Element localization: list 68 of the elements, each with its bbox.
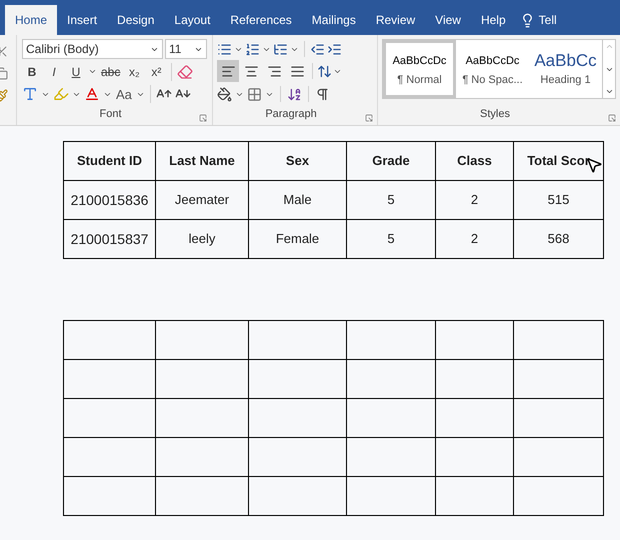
ribbon-tab[interactable]: View bbox=[425, 5, 471, 35]
table-cell: Male bbox=[248, 180, 346, 220]
sort-icon[interactable] bbox=[287, 86, 302, 102]
align-icon bbox=[290, 64, 304, 79]
line-spacing-icon[interactable] bbox=[317, 64, 332, 79]
style-preview: AaBbCcDc bbox=[392, 54, 446, 69]
ribbon-tab[interactable]: Layout bbox=[164, 5, 220, 35]
table-cell: leely bbox=[156, 220, 248, 258]
format-button[interactable]: abc bbox=[99, 62, 122, 82]
font-size-dropdown[interactable]: 11 bbox=[165, 39, 207, 59]
table-cell: 515 bbox=[514, 180, 604, 220]
column-header: Class bbox=[436, 142, 514, 180]
tell-me-label[interactable]: Tell bbox=[538, 11, 557, 29]
format-button[interactable]: x² bbox=[146, 62, 166, 82]
format-button[interactable]: U bbox=[66, 62, 86, 82]
ribbon-tab[interactable]: Mailings bbox=[302, 5, 366, 35]
group-label: Paragraph bbox=[265, 106, 317, 122]
column-header: Grade bbox=[346, 142, 436, 180]
table-cell: 5 bbox=[346, 220, 436, 258]
ribbon-tab[interactable]: Home bbox=[5, 5, 58, 35]
table-cell: 2100015836 bbox=[64, 180, 156, 220]
style-name: Heading 1 bbox=[540, 72, 591, 88]
numbered-list-icon[interactable] bbox=[245, 42, 260, 57]
group-label: Font bbox=[99, 106, 122, 122]
eraser-icon[interactable] bbox=[177, 64, 194, 80]
ribbon-tab[interactable]: Review bbox=[366, 5, 426, 35]
table-cell: Jeemater bbox=[156, 180, 248, 220]
dialog-launcher-icon[interactable] bbox=[608, 114, 616, 122]
align-icon bbox=[266, 64, 282, 79]
ribbon-tab[interactable]: Design bbox=[107, 5, 164, 35]
ribbon-tab[interactable]: References bbox=[220, 5, 302, 35]
format-button[interactable]: I bbox=[44, 62, 64, 82]
change-case-button[interactable]: Aa bbox=[115, 84, 133, 104]
paint-bucket-icon[interactable] bbox=[217, 86, 232, 102]
format-button[interactable]: x₂ bbox=[124, 62, 144, 82]
font-color-icon[interactable] bbox=[84, 86, 100, 102]
text-effects-icon[interactable] bbox=[22, 86, 38, 102]
table-cell: Female bbox=[248, 220, 346, 258]
font-name-dropdown[interactable]: Calibri (Body) bbox=[22, 39, 163, 59]
ribbon-tab[interactable]: Help bbox=[470, 5, 516, 35]
table-cell: 2 bbox=[436, 220, 514, 258]
style-name: ¶ Normal bbox=[397, 72, 442, 88]
format-button[interactable]: B bbox=[22, 62, 42, 82]
multilevel-list-icon[interactable] bbox=[273, 42, 288, 57]
table-cell: 2100015837 bbox=[64, 220, 156, 258]
increase-indent-icon[interactable] bbox=[327, 42, 342, 57]
align-icon bbox=[220, 64, 236, 79]
table-cell: 2 bbox=[436, 180, 514, 220]
borders-icon[interactable] bbox=[247, 86, 262, 102]
dialog-launcher-icon[interactable] bbox=[365, 114, 373, 122]
style-preview: AaBbCc bbox=[534, 50, 597, 72]
column-header: Sex bbox=[248, 142, 346, 180]
column-header: Student ID bbox=[64, 142, 156, 180]
style-preview: AaBbCcDc bbox=[466, 54, 520, 69]
table-cell: 568 bbox=[514, 220, 604, 258]
align-icon bbox=[244, 64, 258, 79]
style-item[interactable]: AaBbCcDc ¶ Normal bbox=[383, 40, 456, 98]
dialog-launcher-icon[interactable] bbox=[198, 114, 207, 122]
decrease-indent-icon[interactable] bbox=[310, 42, 325, 57]
align-button[interactable] bbox=[217, 60, 239, 82]
style-name: ¶ No Spac... bbox=[462, 72, 523, 88]
more-styles-icon[interactable] bbox=[604, 87, 614, 96]
table-cell: 5 bbox=[346, 180, 436, 220]
ribbon-tab[interactable]: Insert bbox=[57, 5, 108, 35]
group-label: Styles bbox=[480, 106, 510, 122]
bullet-list-icon[interactable] bbox=[217, 42, 232, 57]
column-header: Last Name bbox=[156, 142, 248, 180]
pilcrow-icon[interactable] bbox=[315, 86, 330, 102]
